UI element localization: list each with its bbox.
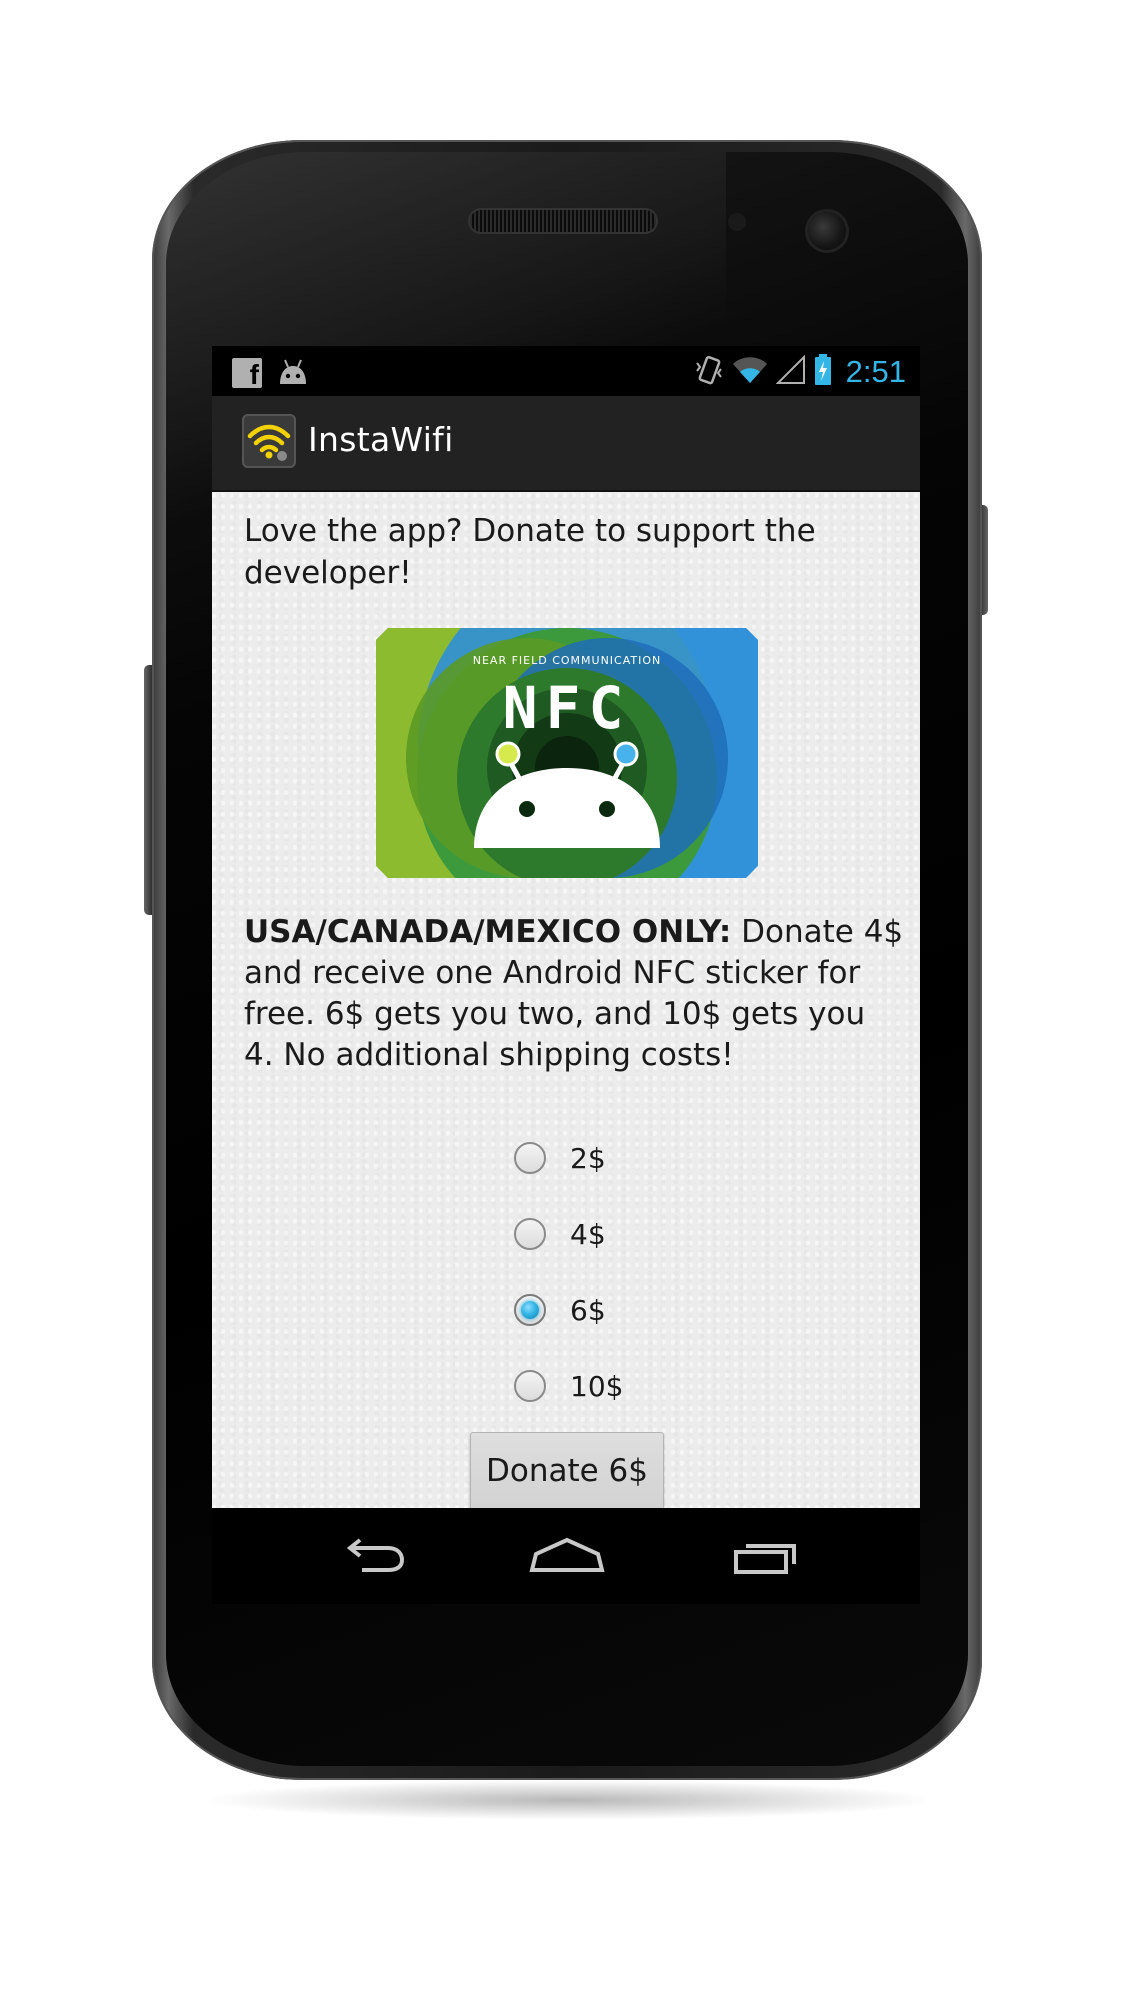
radio-label: 6$ bbox=[570, 1293, 606, 1327]
app-title: InstaWifi bbox=[308, 420, 454, 459]
donate-content: Love the app? Donate to support the deve… bbox=[212, 492, 920, 1510]
clock: 2:51 bbox=[845, 354, 906, 389]
radio-label: 10$ bbox=[570, 1369, 624, 1403]
nfc-sticker-image: NEAR FIELD COMMUNICATION NFC bbox=[376, 628, 758, 878]
radio-option-2[interactable]: 2$ bbox=[514, 1120, 734, 1196]
device-shadow bbox=[200, 1780, 940, 1820]
radio-option-6[interactable]: 6$ bbox=[514, 1272, 734, 1348]
earpiece-speaker bbox=[470, 210, 656, 232]
back-icon[interactable] bbox=[330, 1530, 420, 1582]
donation-amount-radio-group: 2$ 4$ 6$ 10$ bbox=[514, 1120, 734, 1424]
nfc-header-text: NEAR FIELD COMMUNICATION bbox=[473, 654, 662, 667]
radio-label: 2$ bbox=[570, 1141, 606, 1175]
navigation-bar bbox=[212, 1508, 920, 1604]
donate-button[interactable]: Donate 6$ bbox=[470, 1432, 664, 1510]
device-frame: f 2:51 InstaWifi Love the app? Donate to… bbox=[0, 0, 1148, 1994]
vibrate-icon bbox=[694, 353, 724, 391]
home-icon[interactable] bbox=[522, 1530, 612, 1582]
radio-option-4[interactable]: 4$ bbox=[514, 1196, 734, 1272]
action-bar: InstaWifi bbox=[212, 396, 920, 492]
radio-button[interactable] bbox=[514, 1142, 546, 1174]
radio-button[interactable] bbox=[514, 1218, 546, 1250]
radio-button[interactable] bbox=[514, 1370, 546, 1402]
signal-icon bbox=[775, 354, 806, 389]
front-camera bbox=[808, 212, 846, 250]
radio-option-10[interactable]: 10$ bbox=[514, 1348, 734, 1424]
light-sensor bbox=[728, 213, 746, 231]
recent-apps-icon[interactable] bbox=[722, 1530, 812, 1582]
battery-charging-icon bbox=[814, 354, 832, 390]
nfc-logo-text: NFC bbox=[503, 674, 632, 742]
android-icon bbox=[276, 358, 310, 392]
wifi-icon bbox=[732, 355, 768, 389]
promo-text: USA/CANADA/MEXICO ONLY: Donate 4$ and re… bbox=[244, 912, 904, 1076]
wifi-app-icon[interactable] bbox=[242, 414, 296, 468]
facebook-icon: f bbox=[232, 358, 262, 388]
radio-label: 4$ bbox=[570, 1217, 606, 1251]
system-icons: 2:51 bbox=[694, 354, 906, 390]
status-bar: f 2:51 bbox=[212, 346, 920, 396]
proximity-sensor bbox=[677, 212, 707, 230]
screen: f 2:51 InstaWifi Love the app? Donate to… bbox=[212, 346, 920, 1604]
radio-button-selected[interactable] bbox=[514, 1294, 546, 1326]
promo-region-label: USA/CANADA/MEXICO ONLY: bbox=[244, 914, 732, 950]
intro-text: Love the app? Donate to support the deve… bbox=[244, 513, 816, 591]
